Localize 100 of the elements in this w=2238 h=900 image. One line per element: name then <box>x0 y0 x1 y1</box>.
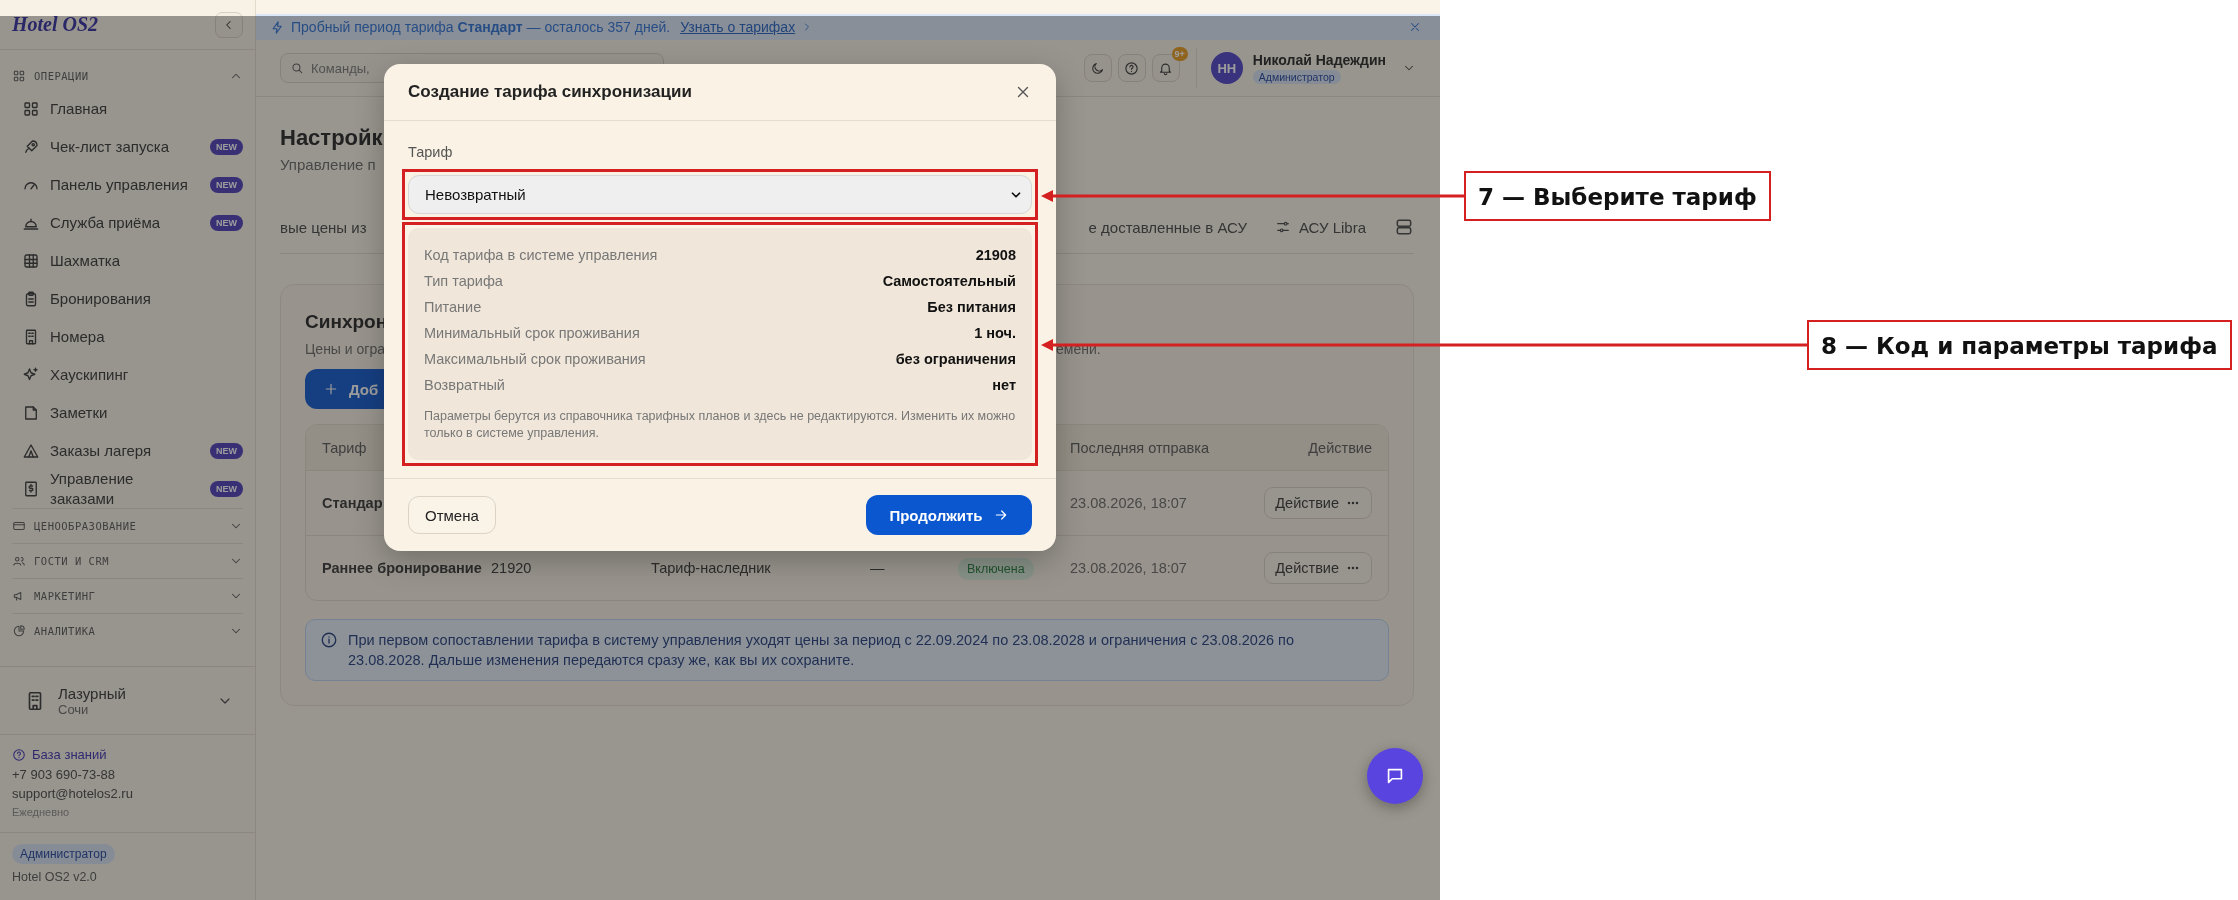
search-icon <box>290 61 304 75</box>
sidebar-item[interactable]: Бронирования <box>12 280 243 318</box>
page-title: Настройк <box>280 124 383 152</box>
table-cell-text: Стандар <box>322 494 383 513</box>
sidebar-item[interactable]: Главная <box>12 90 243 128</box>
table-cell: 23.08.2026, 18:07 <box>1070 495 1187 511</box>
continue-button[interactable]: Продолжить <box>866 495 1032 535</box>
param-label: Тип тарифа <box>424 273 503 289</box>
param-label: Максимальный срок проживания <box>424 351 646 367</box>
grid-icon <box>12 69 26 83</box>
sidebar-item[interactable]: Хаускипинг <box>12 356 243 394</box>
callout-label: 7 — Выберите тариф <box>1464 171 1771 221</box>
column-header: Тариф <box>322 439 367 456</box>
sidebar-item[interactable]: Шахматка <box>12 242 243 280</box>
pie-chart-icon <box>12 624 26 638</box>
sidebar-item[interactable]: Заказы лагеря NEW <box>12 432 243 470</box>
role-label: Администратор <box>12 844 115 864</box>
info-text: При первом сопоставлении тарифа в систему управления уходят цены за период с 22.09.2024 по 23.08.2028 и ограничения с 23.08.2026 по 23.08.2028. Дальше изменения передаются сразу же, как вы их сохраните. <box>348 631 1295 670</box>
grid-icon <box>22 100 40 118</box>
param-value: Самостоятельный <box>882 273 1016 289</box>
table-cell: — <box>870 560 885 576</box>
note-icon <box>22 404 40 422</box>
avatar: НН <box>1210 52 1243 84</box>
new-badge: NEW <box>210 481 243 497</box>
notification-count: 9+ <box>1171 47 1188 61</box>
lightning-icon <box>270 19 285 35</box>
knowledge-base-link[interactable]: База знаний <box>12 744 243 765</box>
tab[interactable]: е доставленные в АСУ <box>1088 218 1247 236</box>
help-icon <box>1124 60 1140 76</box>
section-header[interactable]: АНАЛИТИКА <box>12 613 243 648</box>
tab[interactable]: АСУ Libra <box>1274 218 1366 236</box>
new-badge: NEW <box>210 443 243 459</box>
tariffs-link[interactable]: Узнать о тарифах <box>680 19 796 35</box>
new-badge: NEW <box>210 177 243 193</box>
phone-number: +7 903 690-73-88 <box>12 766 116 784</box>
receipt-icon <box>22 480 40 498</box>
param-value: Без питания <box>927 299 1016 315</box>
card-description: емени. <box>1056 341 1101 357</box>
tariff-select[interactable]: Невозвратный <box>408 175 1032 214</box>
param-value: 21908 <box>975 247 1016 263</box>
sliders-icon <box>1274 219 1291 235</box>
help-icon <box>12 747 26 762</box>
new-badge: NEW <box>210 139 243 155</box>
column-header: Последняя отправка <box>1070 439 1209 456</box>
param-value: 1 ноч. <box>974 325 1016 341</box>
hours-text: Ежедневно <box>12 805 71 820</box>
server-button[interactable] <box>1394 217 1414 237</box>
column-header: Действие <box>1308 439 1372 456</box>
action-button[interactable]: Действие <box>1264 552 1372 584</box>
tent-icon <box>22 442 40 460</box>
table-cell: 21920 <box>491 560 532 576</box>
param-label: Минимальный срок проживания <box>424 325 640 341</box>
param-label: Код тарифа в системе управления <box>424 247 658 263</box>
param-label: Питание <box>424 299 482 315</box>
users-icon <box>12 554 26 568</box>
hotel-switcher[interactable]: Лазурный Сочи <box>0 666 255 734</box>
sidebar-item[interactable]: Панель управления NEW <box>12 166 243 204</box>
section-header[interactable]: ГОСТИ И CRM <box>12 543 243 578</box>
action-button[interactable]: Действие <box>1264 487 1372 519</box>
plus-icon <box>323 381 339 397</box>
param-value: нет <box>992 377 1016 393</box>
trial-banner: Пробный период тарифа Стандарт — осталось 357 дней. Узнать о тарифах <box>256 14 1440 40</box>
callout-label: 8 — Код и параметры тарифа <box>1807 320 2232 370</box>
collapse-button[interactable] <box>215 11 243 38</box>
table-cell: Тариф-наследник <box>651 560 771 576</box>
section-header[interactable]: МАРКЕТИНГ <box>12 578 243 613</box>
info-icon <box>320 631 338 649</box>
server-icon <box>1394 217 1414 237</box>
email-address: support@hotelos2.ru <box>12 785 134 803</box>
version-text: Hotel OS2 v2.0 <box>12 870 98 884</box>
sidebar-item[interactable]: Номера <box>12 318 243 356</box>
sidebar-item[interactable]: Заметки <box>12 394 243 432</box>
dialog-title: Создание тарифа синхронизации <box>408 82 692 102</box>
table-cell-text: Раннее бронирование <box>322 559 482 578</box>
role-label: Администратор <box>1252 70 1341 84</box>
cancel-button[interactable]: Отмена <box>408 496 496 534</box>
table-grid-icon <box>22 252 40 270</box>
help-button[interactable] <box>1117 54 1146 82</box>
section-header[interactable]: ОПЕРАЦИИ <box>12 62 243 90</box>
table-cell: 23.08.2026, 18:07 <box>1070 560 1187 576</box>
logo: Hotel OS2 <box>12 13 99 36</box>
user-menu[interactable]: НН Николай Надеждин Администратор <box>1210 52 1416 84</box>
close-icon[interactable] <box>1408 20 1422 34</box>
tab[interactable]: вые цены из <box>280 218 367 236</box>
sidebar-item[interactable]: Служба приёма NEW <box>12 204 243 242</box>
card-description: Цены и огра <box>305 341 385 357</box>
note-text: Параметры берутся из справочника тарифных планов и здесь не редактируются. Изменить их можно только в системе управления. <box>424 408 1016 442</box>
new-badge: NEW <box>210 215 243 231</box>
section-header[interactable]: ЦЕНООБРАЗОВАНИЕ <box>12 508 243 543</box>
moon-icon <box>1090 60 1106 76</box>
sidebar-item[interactable]: Чек-лист запуска NEW <box>12 128 243 166</box>
bell-icon <box>1158 60 1174 76</box>
theme-button[interactable] <box>1083 54 1112 82</box>
card-icon <box>12 519 26 533</box>
status-badge: Включена <box>958 558 1034 580</box>
card-title: Синхрон <box>305 310 388 334</box>
sidebar-item[interactable]: Управление заказами NEW <box>12 470 243 508</box>
param-value: без ограничения <box>895 351 1016 367</box>
field-label: Тариф <box>408 144 454 162</box>
page-subtitle: Управление п <box>280 156 376 173</box>
